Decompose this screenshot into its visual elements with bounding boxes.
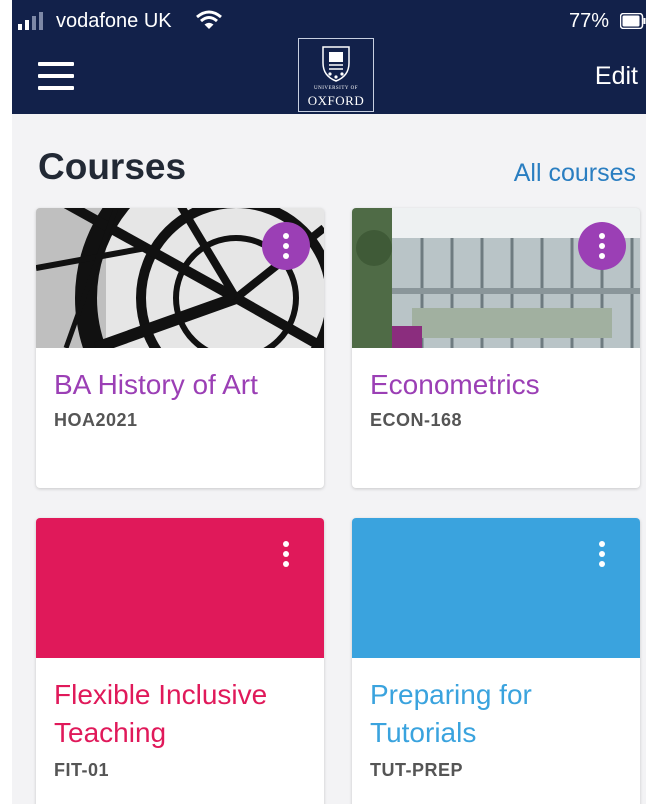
edit-button[interactable]: Edit	[595, 62, 638, 91]
course-code: TUT-PREP	[370, 760, 464, 780]
menu-hamburger-icon[interactable]	[38, 62, 74, 90]
logo-big-text: OXFORD	[307, 93, 365, 108]
signal-icon	[18, 12, 43, 30]
all-courses-link[interactable]: All courses	[514, 159, 636, 188]
course-title: Econometrics	[370, 369, 540, 400]
course-options-icon[interactable]	[578, 530, 626, 578]
battery-percent: 77%	[569, 10, 610, 32]
course-options-icon[interactable]	[262, 222, 310, 270]
page-title: Courses	[38, 146, 187, 187]
course-options-icon[interactable]	[578, 222, 626, 270]
carrier-name: vodafone UK	[56, 10, 172, 32]
crest-icon	[322, 46, 350, 82]
course-options-icon[interactable]	[262, 530, 310, 578]
course-code: ECON-168	[370, 410, 463, 430]
logo-small-text: UNIVERSITY OF	[314, 86, 358, 91]
course-card-preparing-for-tutorials[interactable]: Preparing for Tutorials TUT-PREP	[352, 518, 640, 804]
course-title: Preparing for Tutorials	[370, 679, 532, 748]
course-card-history-of-art[interactable]: BA History of Art HOA2021	[36, 208, 324, 488]
university-logo: UNIVERSITY OF OXFORD	[298, 38, 374, 112]
app-screen: vodafone UK 77% UNIVERSITY OF OXFORD Edi…	[12, 0, 646, 804]
top-bar: vodafone UK 77% UNIVERSITY OF OXFORD Edi…	[12, 0, 646, 114]
course-code: FIT-01	[54, 760, 110, 780]
course-code: HOA2021	[54, 410, 138, 430]
wifi-icon	[196, 10, 222, 29]
course-card-flexible-inclusive-teaching[interactable]: Flexible Inclusive Teaching FIT-01	[36, 518, 324, 804]
course-title: Flexible Inclusive Teaching	[54, 679, 268, 748]
course-card-econometrics[interactable]: Econometrics ECON-168	[352, 208, 640, 488]
battery-icon	[620, 13, 646, 29]
status-bar: vodafone UK 77%	[16, 8, 646, 34]
course-title: BA History of Art	[54, 369, 258, 400]
